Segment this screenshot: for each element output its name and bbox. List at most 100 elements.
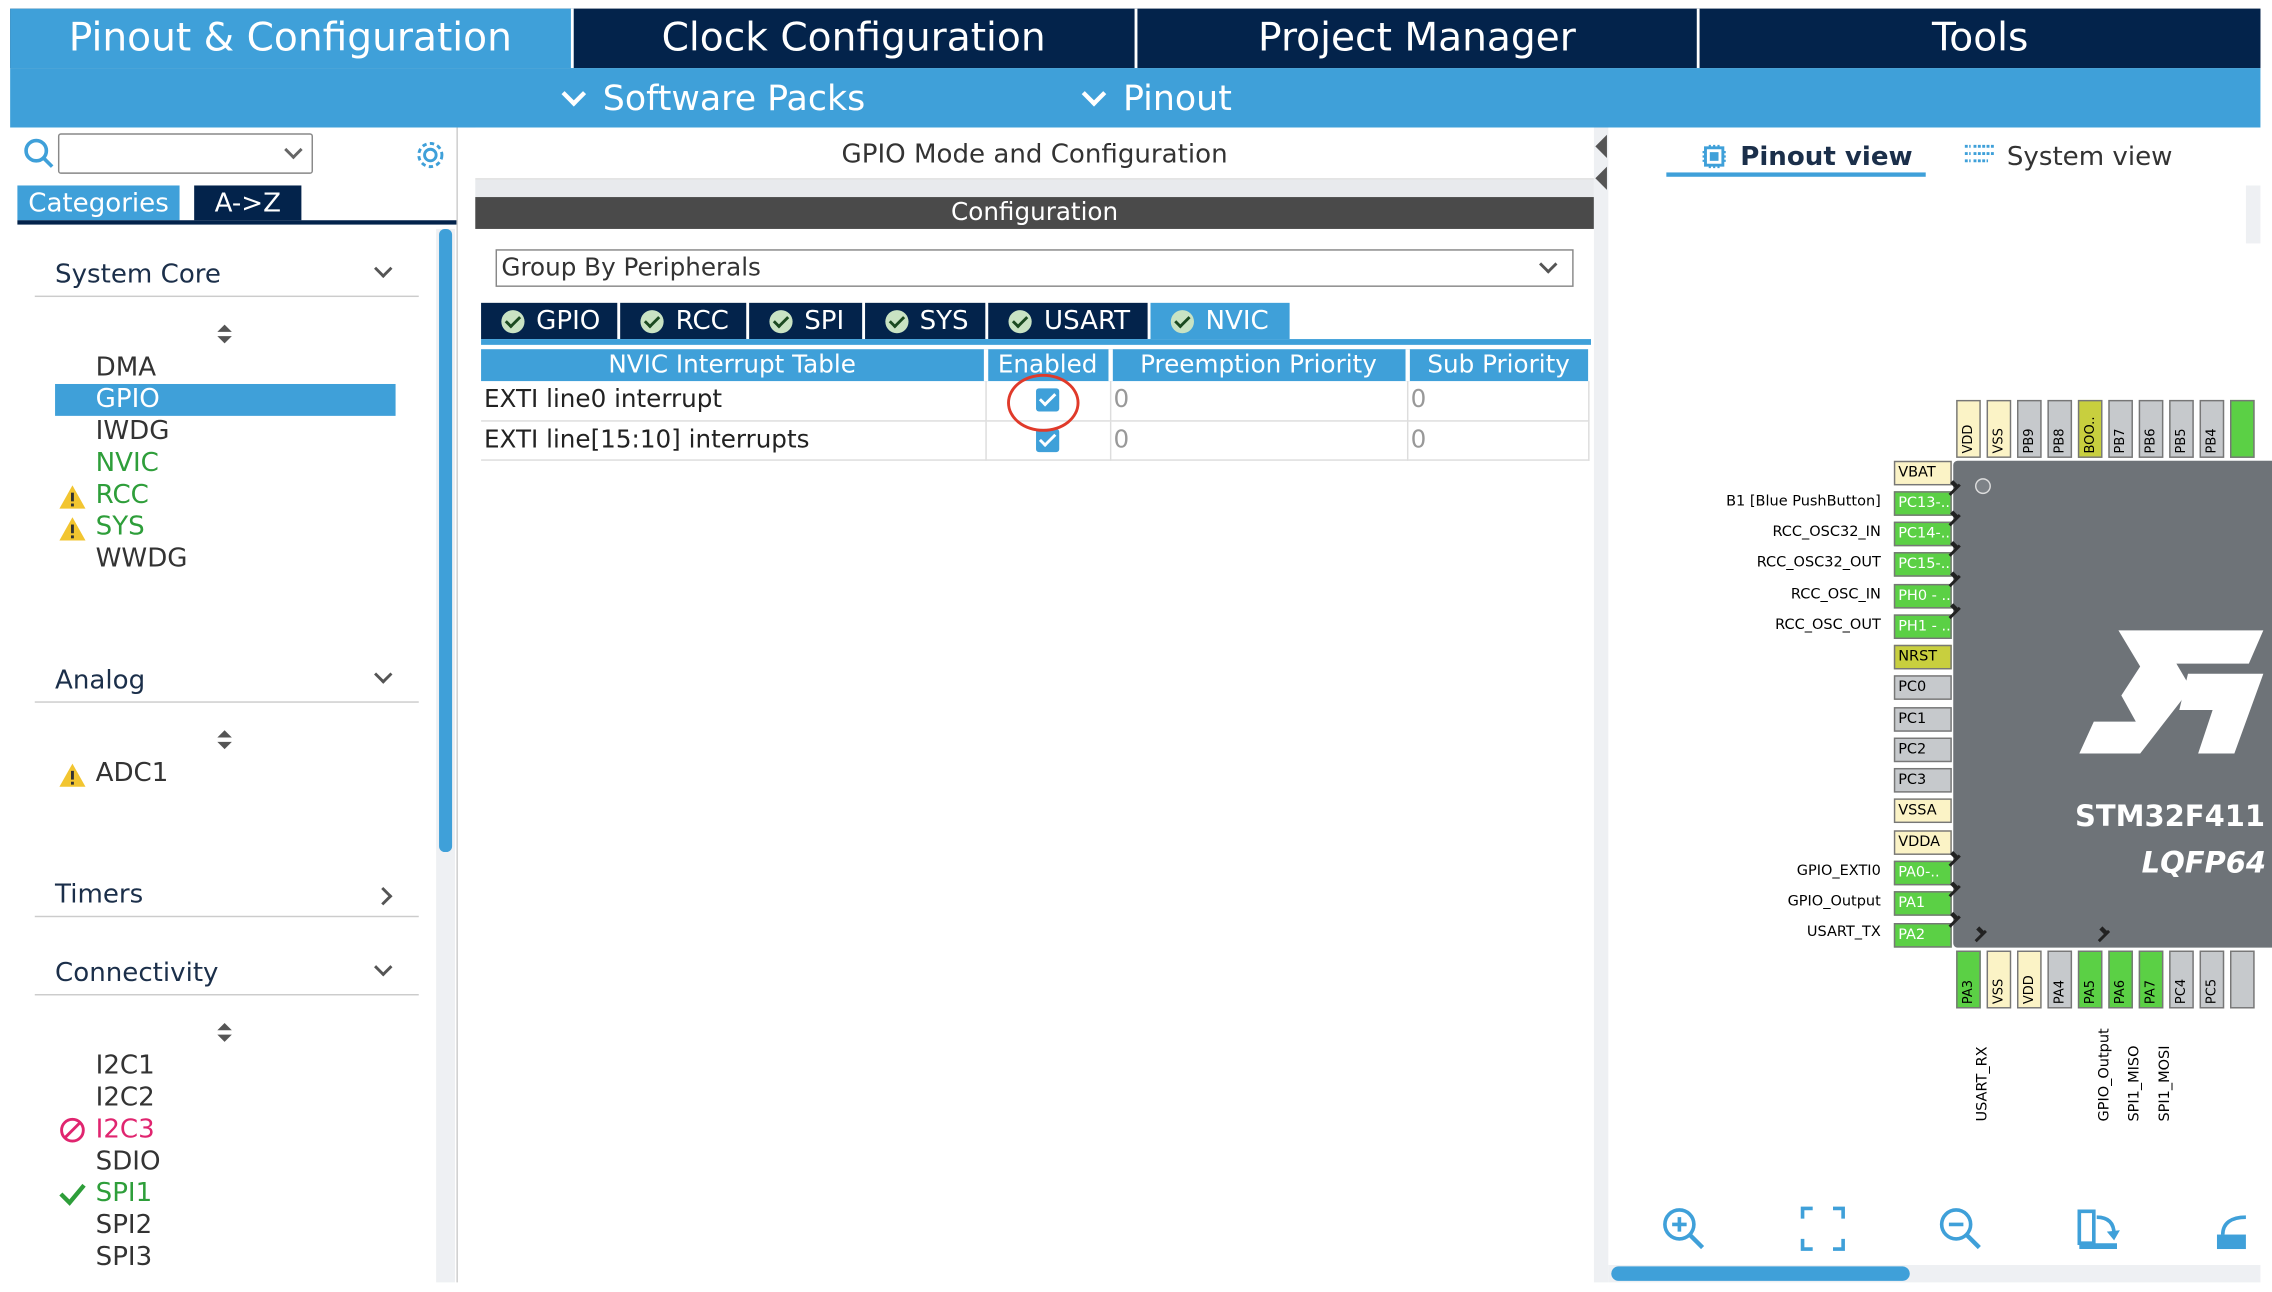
category-item-sdio[interactable]: SDIO xyxy=(96,1146,161,1178)
section-analog[interactable]: Analog xyxy=(34,659,419,703)
category-item-dma[interactable]: DMA xyxy=(96,352,156,384)
left-scrollbar-thumb[interactable] xyxy=(439,228,453,853)
pin-left[interactable]: PC13-.. xyxy=(1893,491,1952,516)
pin-bottom[interactable]: PA6 xyxy=(2108,950,2133,1009)
search-input[interactable] xyxy=(57,133,313,174)
pin-bottom[interactable]: VDD xyxy=(2017,950,2042,1009)
right-collapse-strip[interactable] xyxy=(2245,185,2261,244)
sort-icon[interactable] xyxy=(216,324,233,345)
pin-bottom[interactable]: PA7 xyxy=(2138,950,2164,1009)
pin-left[interactable]: PA0-.. xyxy=(1893,860,1952,886)
pin-top[interactable]: PB5 xyxy=(2169,399,2194,458)
pin-bottom[interactable]: VSS xyxy=(1986,950,2012,1009)
tab-categories[interactable]: Categories xyxy=(17,185,180,221)
flip-icon[interactable] xyxy=(2214,1206,2246,1252)
pin-bottom[interactable]: PA3 xyxy=(1956,950,1981,1009)
pin-top[interactable]: PB4 xyxy=(2199,399,2225,458)
zoom-out-icon[interactable] xyxy=(1937,1206,1983,1252)
pin-left[interactable]: PH0 - .. xyxy=(1893,583,1952,609)
pin-left[interactable]: PC15-.. xyxy=(1893,552,1952,577)
pin-top[interactable]: BOO.. xyxy=(2077,399,2103,458)
pin-top[interactable]: PB7 xyxy=(2108,399,2133,458)
sub-priority-cell[interactable]: 0 xyxy=(1406,381,1589,421)
category-item-adc1[interactable]: ADC1 xyxy=(96,758,169,790)
sub-priority-cell[interactable]: 0 xyxy=(1406,420,1589,461)
category-item-i2c2[interactable]: I2C2 xyxy=(96,1082,155,1114)
pin-top[interactable]: PB8 xyxy=(2047,399,2073,458)
pin-top[interactable]: PB6 xyxy=(2138,399,2164,458)
horizontal-scrollbar-thumb[interactable] xyxy=(1611,1266,1910,1281)
category-item-nvic[interactable]: NVIC xyxy=(96,448,159,480)
pin-bottom[interactable]: PC4 xyxy=(2169,950,2194,1009)
pin-left[interactable]: VDDA xyxy=(1893,830,1952,855)
chevron-down-icon xyxy=(374,665,393,684)
tab-tools[interactable]: Tools xyxy=(1700,8,2261,69)
tab-nvic[interactable]: NVIC xyxy=(1150,302,1290,340)
preemption-priority-cell[interactable]: 0 xyxy=(1109,381,1408,421)
tab-clock-configuration[interactable]: Clock Configuration xyxy=(573,8,1137,69)
column-header[interactable]: Sub Priority xyxy=(1406,349,1589,382)
column-header[interactable]: NVIC Interrupt Table xyxy=(481,349,988,382)
pin-top[interactable]: VDD xyxy=(1956,399,1981,458)
pin-left[interactable]: PH1 - .. xyxy=(1893,614,1952,640)
rotate-icon[interactable] xyxy=(2075,1206,2121,1252)
category-item-spi1[interactable]: SPI1 xyxy=(96,1178,153,1210)
section-system-core[interactable]: System Core xyxy=(34,254,419,298)
software-packs-menu[interactable]: Software Packs xyxy=(561,68,865,127)
tab-rcc[interactable]: RCC xyxy=(620,302,747,340)
category-item-iwdg[interactable]: IWDG xyxy=(96,416,170,448)
pin-left[interactable]: PC2 xyxy=(1893,737,1952,763)
pinout-menu[interactable]: Pinout xyxy=(1081,68,1232,127)
section-timers[interactable]: Timers xyxy=(34,874,419,918)
pin-top[interactable] xyxy=(2230,399,2255,458)
category-item-spi3[interactable]: SPI3 xyxy=(96,1242,153,1274)
pin-left[interactable]: PA1 xyxy=(1893,891,1952,916)
fit-screen-icon[interactable] xyxy=(1800,1206,1846,1252)
tab-gpio[interactable]: GPIO xyxy=(481,302,618,340)
tab-spi[interactable]: SPI xyxy=(749,302,862,340)
zoom-in-icon[interactable] xyxy=(1661,1206,1707,1252)
gear-icon[interactable] xyxy=(413,138,448,173)
pin-left[interactable]: PC3 xyxy=(1893,767,1952,793)
category-item-i2c1[interactable]: I2C1 xyxy=(96,1051,155,1083)
pin-left[interactable]: PA2 xyxy=(1893,923,1952,948)
pin-top[interactable]: PB9 xyxy=(2017,399,2042,458)
tab-sys[interactable]: SYS xyxy=(864,302,987,340)
sort-icon[interactable] xyxy=(216,1022,233,1043)
pin-left[interactable]: NRST xyxy=(1893,644,1952,670)
tab-project-manager[interactable]: Project Manager xyxy=(1136,8,1701,69)
category-item-i2c3[interactable]: I2C3 xyxy=(96,1114,155,1146)
collapse-left-icon[interactable] xyxy=(1595,166,1607,190)
pin-left[interactable]: VBAT xyxy=(1893,460,1952,486)
pin-top[interactable]: VSS xyxy=(1986,399,2012,458)
category-item-rcc[interactable]: RCC xyxy=(96,480,149,512)
tab-pinout-view[interactable]: Pinout view xyxy=(1700,138,1913,176)
category-item-gpio[interactable]: GPIO xyxy=(55,383,396,416)
chevron-down-icon[interactable] xyxy=(284,140,303,160)
warning-icon xyxy=(59,517,86,541)
tab-pinout-configuration[interactable]: Pinout & Configuration xyxy=(10,8,574,69)
pin-bottom[interactable] xyxy=(2230,950,2255,1009)
collapse-left-icon[interactable] xyxy=(1595,134,1607,158)
category-item-spi2[interactable]: SPI2 xyxy=(96,1210,153,1242)
sort-icon[interactable] xyxy=(216,730,233,750)
pin-left[interactable]: VSSA xyxy=(1893,798,1952,824)
pin-lock-icon xyxy=(1947,914,1961,928)
pin-bottom[interactable]: PC5 xyxy=(2199,950,2225,1009)
pin-left[interactable]: PC1 xyxy=(1893,707,1952,732)
tab-system-view[interactable]: System view xyxy=(1963,138,2172,176)
pin-bottom[interactable]: PA5 xyxy=(2077,950,2103,1009)
category-item-wwdg[interactable]: WWDG xyxy=(96,543,188,575)
pin-left[interactable]: PC14-.. xyxy=(1893,521,1952,547)
category-item-sys[interactable]: SYS xyxy=(96,511,145,543)
column-header[interactable]: Preemption Priority xyxy=(1109,349,1410,382)
tab-a-to-z[interactable]: A->Z xyxy=(194,185,302,221)
preemption-priority-cell[interactable]: 0 xyxy=(1109,420,1408,461)
pin-bottom[interactable]: PA4 xyxy=(2047,950,2073,1009)
section-connectivity[interactable]: Connectivity xyxy=(34,952,419,996)
pin-left[interactable]: PC0 xyxy=(1893,675,1952,700)
tab-usart[interactable]: USART xyxy=(988,302,1148,340)
chevron-down-icon xyxy=(561,81,587,106)
pane-divider[interactable] xyxy=(1593,127,1609,1283)
group-by-select[interactable]: Group By Peripherals xyxy=(495,249,1574,287)
